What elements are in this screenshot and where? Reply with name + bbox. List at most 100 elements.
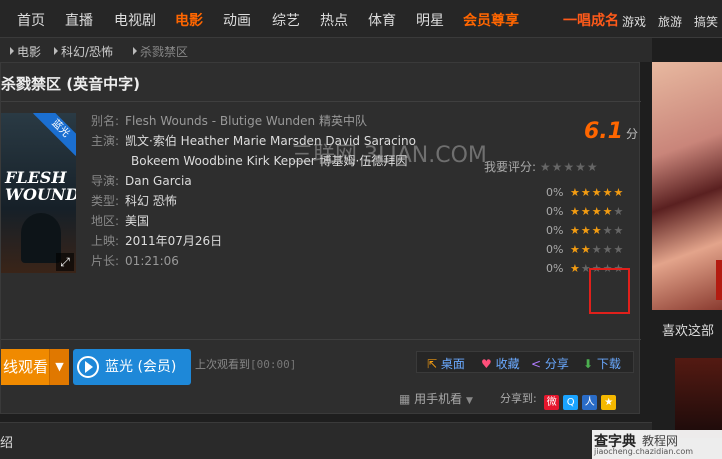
score-unit: 分 [625, 127, 638, 141]
divider [1, 101, 641, 102]
star-icon: ★ [580, 243, 592, 256]
favorite-button[interactable]: ♥ 收藏 [481, 355, 520, 372]
desktop-button[interactable]: ⇱ 桌面 [427, 355, 465, 372]
action-bar: 线观看 ▼ 蓝光 (会员) 上次观看到[00:00] ⇱ 桌面 ♥ 收藏 < 分… [1, 339, 641, 415]
nav-tv[interactable]: 电视剧 [114, 10, 156, 30]
watermark: 三联网 3LIAN.COM [291, 143, 487, 168]
sidebar-thumbnail[interactable] [675, 358, 722, 438]
star-icon: ★ [602, 205, 614, 218]
nav-sports[interactable]: 体育 [368, 10, 396, 30]
breadcrumb-item-genre[interactable]: 科幻/恐怖 [54, 43, 113, 60]
breadcrumb: 电影 科幻/恐怖 杀戮禁区 [0, 38, 652, 62]
star-icon: ★ [613, 243, 625, 256]
bottom-tab-bar: 绍 [0, 422, 652, 459]
star-icon: ★ [591, 186, 603, 199]
breadcrumb-item-movie[interactable]: 电影 [10, 43, 41, 60]
rating-stars: ★★★★★ [570, 224, 624, 237]
rate-stars[interactable]: ★★★★★ [540, 160, 599, 174]
star-icon: ★ [602, 224, 614, 237]
star-share-icon[interactable]: ★ [601, 395, 617, 410]
nav-anime[interactable]: 动画 [223, 10, 251, 30]
share-button[interactable]: < 分享 [531, 355, 569, 372]
rating-percent: 0% [546, 262, 564, 275]
last-watched: 上次观看到[00:00] [195, 358, 297, 371]
star-icon: ★ [580, 224, 592, 237]
rating-percent: 0% [546, 224, 564, 237]
bluray-button[interactable]: 蓝光 (会员) [73, 349, 191, 385]
poster-figure [21, 213, 61, 263]
star-icon: ★ [602, 186, 614, 199]
play-icon [77, 356, 99, 378]
rating-percent: 0% [546, 243, 564, 256]
watch-button[interactable]: 线观看 [1, 349, 53, 385]
rating-stars: ★★★★★ [570, 205, 624, 218]
qzone-icon[interactable]: Q [563, 395, 579, 410]
info-region: 地区: 美国 [91, 214, 150, 228]
heart-icon: ♥ [481, 357, 492, 371]
star-icon: ★ [580, 205, 592, 218]
nav-travel[interactable]: 旅游 [658, 13, 682, 30]
weibo-icon[interactable]: 微 [544, 395, 560, 410]
nav-hot[interactable]: 热点 [320, 10, 348, 30]
star-icon: ★ [570, 186, 581, 199]
rating-distribution: 0% ★★★★★ 0% ★★★★★ 0% ★★★★★ 0% ★★★★★ 0% ★★★★★ [546, 183, 624, 278]
share-icon: < [531, 357, 542, 371]
caret-right-icon [10, 47, 14, 55]
breadcrumb-item-current: 杀戮禁区 [133, 43, 188, 60]
star-icon: ★ [591, 224, 603, 237]
star-icon: ★ [613, 186, 625, 199]
nav-live[interactable]: 直播 [65, 10, 93, 30]
info-genre: 类型: 科幻 恐怖 [91, 194, 177, 208]
info-release: 上映: 2011年07月26日 [91, 234, 223, 248]
rating-percent: 0% [546, 205, 564, 218]
star-icon: ★ [570, 205, 581, 218]
chevron-down-icon[interactable]: ▼ [49, 349, 69, 385]
nav-home[interactable]: 首页 [17, 10, 45, 30]
star-icon: ★ [570, 243, 581, 256]
movie-info: 别名: Flesh Wounds - Blutige Wunden 精英中队 主演… [91, 111, 416, 271]
info-length: 片长: 01:21:06 [91, 254, 179, 268]
sidebar-ad-image[interactable] [652, 62, 722, 310]
mobile-watch[interactable]: ▦ 用手机看 ▼ [399, 390, 473, 407]
movie-panel: 杀戮禁区 (英音中字) 蓝光 FLESH WOUNDS ⤢ 别名:Flesh W… [0, 62, 641, 415]
star-icon: ★ [591, 205, 603, 218]
nav-movie[interactable]: 电影 [175, 10, 203, 30]
star-icon: ★ [613, 205, 625, 218]
rating-stars: ★★★★★ [570, 186, 624, 199]
download-button[interactable]: ⬇ 下载 [583, 355, 621, 372]
poster-title: FLESH WOUNDS [5, 168, 76, 204]
rating-stars: ★★★★★ [570, 243, 624, 256]
score-value: 6.1 [584, 119, 623, 144]
score: 6.1 分 [584, 119, 638, 144]
rating-row: 0% ★★★★★ [546, 183, 624, 202]
info-alias: 别名: Flesh Wounds - Blutige Wunden 精英中队 [91, 114, 367, 128]
site-logo: 查字典 教程网 jiaocheng.chazidian.com [592, 430, 722, 459]
nav-vip[interactable]: 会员尊享 [463, 10, 519, 30]
renren-icon[interactable]: 人 [582, 395, 598, 410]
share-to: 分享到: 微 Q 人 ★ [500, 390, 617, 410]
ad-tag [716, 260, 722, 300]
caret-right-icon [133, 47, 137, 55]
rating-row: 0% ★★★★★ [546, 221, 624, 240]
caret-right-icon [54, 47, 58, 55]
desktop-icon: ⇱ [427, 357, 438, 371]
rating-percent: 0% [546, 186, 564, 199]
sidebar-heading: 喜欢这部 [662, 324, 715, 339]
star-icon: ★ [591, 243, 603, 256]
tool-bar: ⇱ 桌面 ♥ 收藏 < 分享 ⬇ 下载 [416, 351, 634, 373]
nav-variety[interactable]: 综艺 [272, 10, 300, 30]
qrcode-icon: ▦ [399, 392, 411, 406]
rating-row: 0% ★★★★★ [546, 202, 624, 221]
nav-funny[interactable]: 搞笑 [694, 13, 718, 30]
nav-stars[interactable]: 明星 [416, 10, 444, 30]
nav-promo[interactable]: 一唱成名 [563, 10, 619, 30]
star-icon: ★ [580, 186, 592, 199]
my-rating: 我要评分: ★★★★★ [484, 160, 599, 174]
top-nav: 首页 直播 电视剧 电影 动画 综艺 热点 体育 明星 会员尊享 一唱成名 游戏… [0, 0, 722, 38]
star-icon: ★ [570, 262, 581, 275]
nav-games[interactable]: 游戏 [622, 13, 646, 30]
chevron-down-icon: ▼ [466, 396, 473, 406]
movie-poster[interactable]: 蓝光 FLESH WOUNDS ⤢ [1, 113, 76, 273]
expand-icon[interactable]: ⤢ [56, 253, 74, 271]
tab-intro[interactable]: 绍 [0, 432, 13, 451]
